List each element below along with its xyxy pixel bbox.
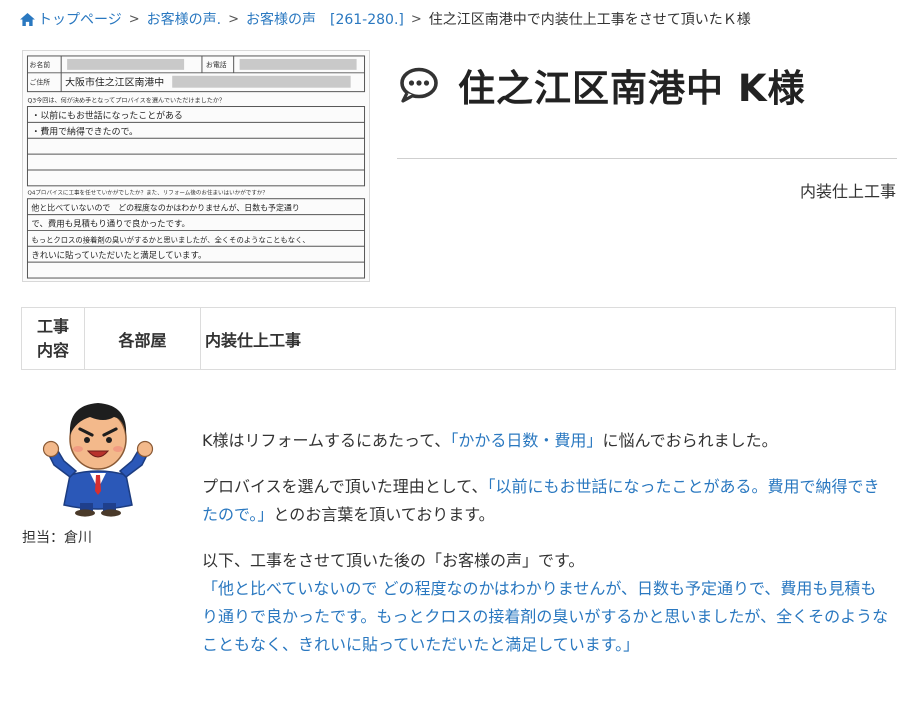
highlight-text: 「かかる日数・費用」 xyxy=(450,431,603,450)
breadcrumb-home-link[interactable]: トップページ xyxy=(38,9,122,29)
story-text: とのお言葉を頂いております。 xyxy=(273,505,495,524)
survey-q4-answer: 他と比べていないので どの程度なのかはわかりませんが、日数も予定通り xyxy=(31,203,299,213)
table-row: 工事 内容 各部屋 内装仕上工事 xyxy=(21,307,896,370)
title-divider xyxy=(397,158,897,159)
survey-q3-answer: ・費用で納得できたので。 xyxy=(31,125,138,137)
breadcrumb-separator: > xyxy=(410,11,422,27)
survey-name-label: お名前 xyxy=(29,60,50,69)
story-paragraph: 以下、工事をさせて頂いた後の「お客様の声」です。「他と比べていないので どの程度… xyxy=(202,547,892,659)
breadcrumb-current: 住之江区南港中で内装仕上工事をさせて頂いたＫ様 xyxy=(428,12,751,28)
home-icon[interactable] xyxy=(20,12,35,26)
breadcrumb-separator: > xyxy=(128,11,140,27)
story-text: プロバイスを選んで頂いた理由として、 xyxy=(202,477,488,496)
story-paragraph: プロバイスを選んで頂いた理由として、「以前にもお世話になったことがある。費用で納… xyxy=(202,473,892,529)
story-text: K様はリフォームするにあたって、 xyxy=(202,431,451,450)
breadcrumb-voice-range-link[interactable]: お客様の声 [261-280.] xyxy=(246,9,404,29)
work-detail-cell: 内装仕上工事 xyxy=(200,307,896,370)
work-content-header-line: 工事 xyxy=(36,316,69,336)
work-content-table: 工事 内容 各部屋 内装仕上工事 xyxy=(21,307,896,370)
survey-q4-answer: もっとクロスの接着剤の臭いがするかと思いましたが、全くそのようなこともなく、 xyxy=(31,235,309,244)
survey-q4-answer: で、費用も見積もり通りで良かったです。 xyxy=(31,218,190,228)
work-content-header: 工事 内容 xyxy=(21,307,85,370)
breadcrumb-voice-link[interactable]: お客様の声. xyxy=(147,9,221,29)
survey-sheet-image: お名前 お電話 ご住所 大阪市住之江区南港中 Q3今回は、何が決め手となってプロ… xyxy=(22,50,370,282)
work-content-header-line: 内容 xyxy=(36,340,69,360)
story-paragraph: K様はリフォームするにあたって、「かかる日数・費用」に悩んでおられました。 xyxy=(202,427,892,455)
staff-avatar xyxy=(42,403,154,517)
work-location-cell: 各部屋 xyxy=(84,307,201,370)
staff-name-label: 担当：倉川 xyxy=(22,530,92,546)
survey-address-label: ご住所 xyxy=(29,78,50,87)
breadcrumb-separator: > xyxy=(228,11,239,27)
survey-phone-label: お電話 xyxy=(206,60,227,69)
survey-q4: Q4プロバイスに工事を任せていかがでしたか？また、リフォーム後のお住まいはいかが… xyxy=(27,189,268,197)
survey-q4-answer: きれいに貼っていただいたと満足しています。 xyxy=(31,250,206,260)
survey-address-value: 大阪市住之江区南港中 xyxy=(65,76,164,89)
survey-q3-answer: ・以前にもお世話になったことがある xyxy=(31,109,182,121)
page-title: 住之江区南港中 K様 xyxy=(458,67,806,110)
customer-story: K様はリフォームするにあたって、「かかる日数・費用」に悩んでおられました。 プロ… xyxy=(202,427,892,677)
story-text: に悩んでおられました。 xyxy=(602,431,778,450)
customer-quote: 「他と比べていないので どの程度なのかはわかりませんが、日数も予定通りで、費用も… xyxy=(202,579,889,654)
speech-bubble-icon xyxy=(400,67,438,103)
story-text: 以下、工事をさせて頂いた後の「お客様の声」です。 xyxy=(202,551,585,570)
survey-q3: Q3今回は、何が決め手となってプロバイスを選んでいただけましたか？ xyxy=(27,97,225,105)
breadcrumb: トップページ > お客様の声. > お客様の声 [261-280.] > 住之江… xyxy=(20,8,751,30)
work-category: 内装仕上工事 xyxy=(799,182,896,201)
